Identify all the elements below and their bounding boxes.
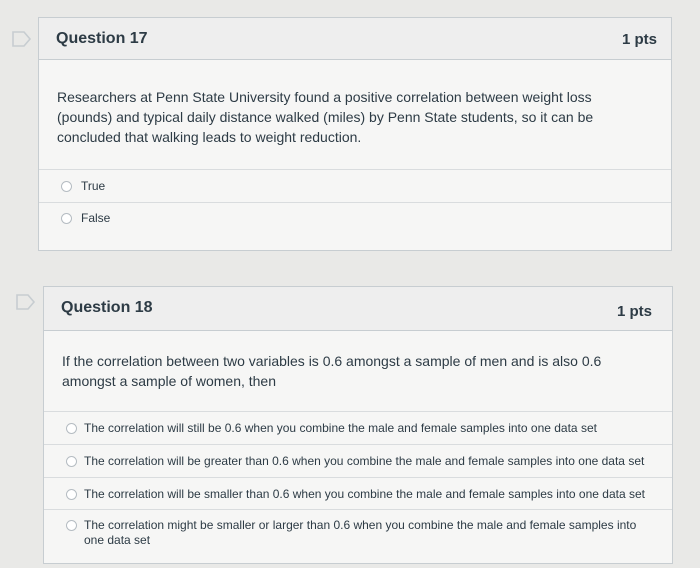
- radio-button[interactable]: [66, 423, 77, 434]
- question-17-header: Question 17 1 pts: [39, 18, 671, 60]
- flag-question-17-icon[interactable]: [12, 31, 32, 47]
- question-18-card: Question 18 1 pts If the correlation bet…: [43, 286, 673, 564]
- question-18-text: If the correlation between two variables…: [62, 353, 602, 389]
- question-18-title: Question 18: [61, 299, 153, 316]
- radio-button[interactable]: [66, 520, 77, 531]
- question-17-title: Question 17: [56, 30, 148, 47]
- question-17-text: Researchers at Penn State University fou…: [57, 89, 594, 145]
- question-17-points: 1 pts: [621, 31, 657, 48]
- answer-label: The correlation might be smaller or larg…: [84, 518, 637, 547]
- answer-option[interactable]: The correlation will still be 0.6 when y…: [44, 411, 672, 444]
- radio-button[interactable]: [66, 489, 77, 500]
- radio-button[interactable]: [61, 181, 72, 192]
- question-17-card: Question 17 1 pts Researchers at Penn St…: [38, 17, 672, 251]
- answer-label: False: [81, 211, 111, 225]
- answer-label: The correlation will be smaller than 0.6…: [84, 487, 645, 501]
- question-18-points: 1 pts: [616, 303, 652, 320]
- radio-button[interactable]: [61, 213, 72, 224]
- answer-label: True: [81, 179, 106, 193]
- answer-label: The correlation will still be 0.6 when y…: [84, 421, 597, 435]
- answer-option[interactable]: The correlation will be greater than 0.6…: [44, 444, 672, 477]
- question-18-header: Question 18 1 pts: [44, 287, 672, 331]
- answer-label: The correlation will be greater than 0.6…: [84, 454, 645, 468]
- answer-option[interactable]: True: [39, 169, 671, 202]
- answer-option[interactable]: The correlation might be smaller or larg…: [44, 509, 672, 563]
- radio-button[interactable]: [66, 456, 77, 467]
- flag-question-18-icon[interactable]: [16, 294, 36, 310]
- answer-option[interactable]: False: [39, 202, 671, 236]
- answer-option[interactable]: The correlation will be smaller than 0.6…: [44, 477, 672, 509]
